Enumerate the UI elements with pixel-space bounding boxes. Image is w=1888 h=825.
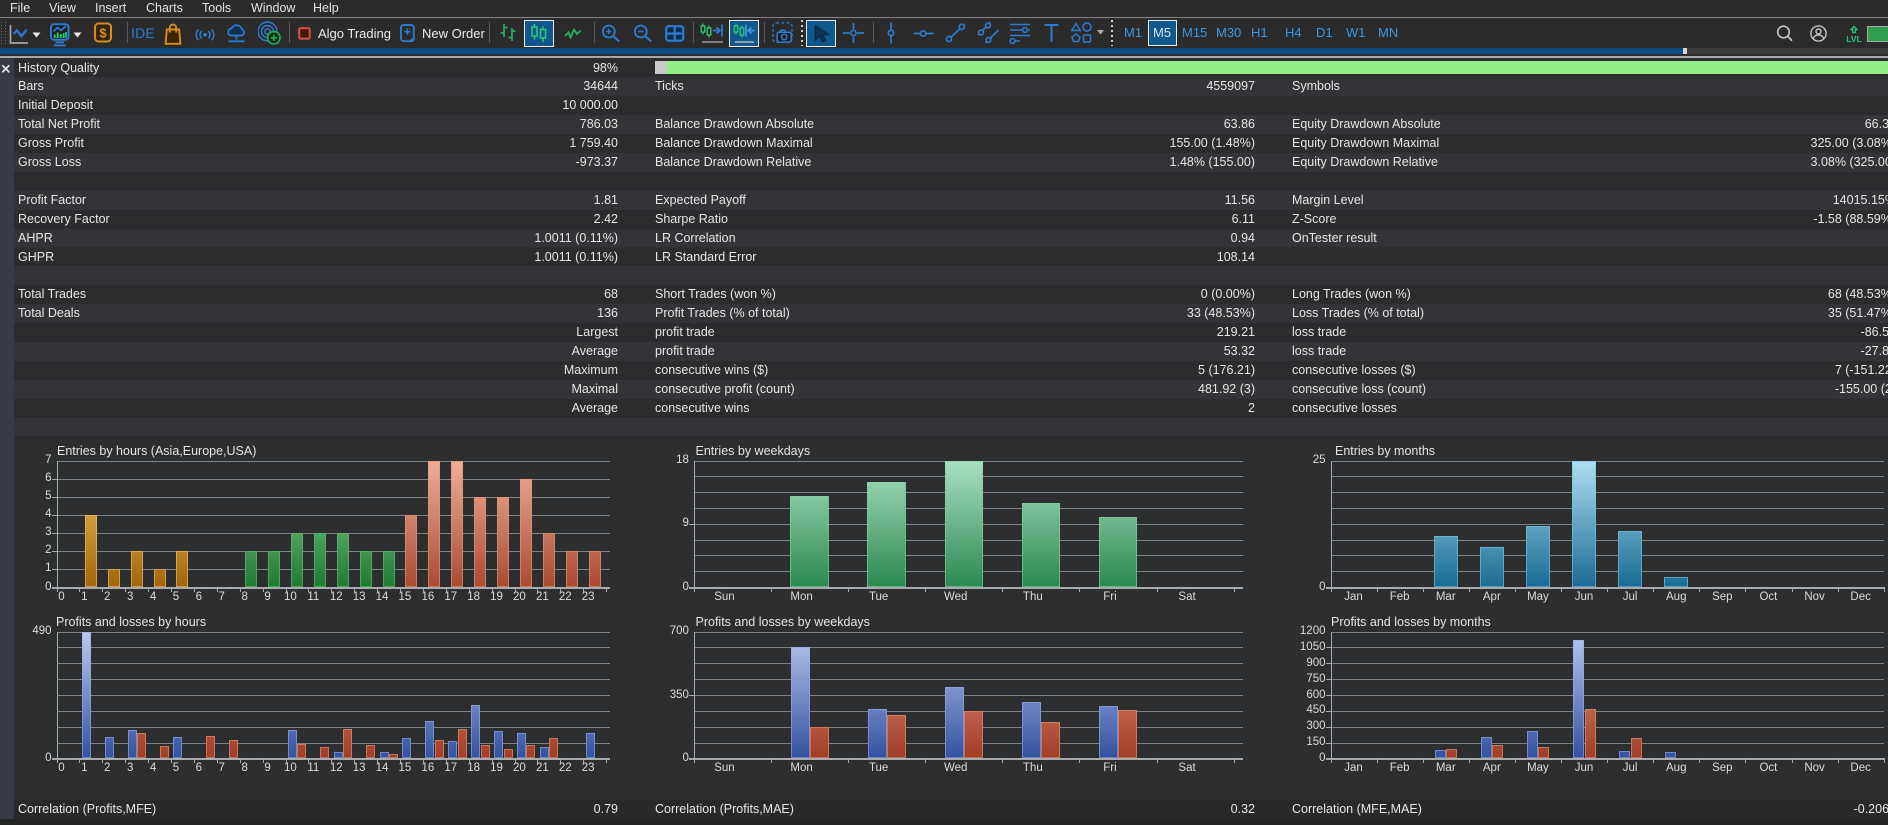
svg-text:LVL: LVL (1846, 34, 1861, 44)
svg-text:$: $ (99, 26, 107, 41)
